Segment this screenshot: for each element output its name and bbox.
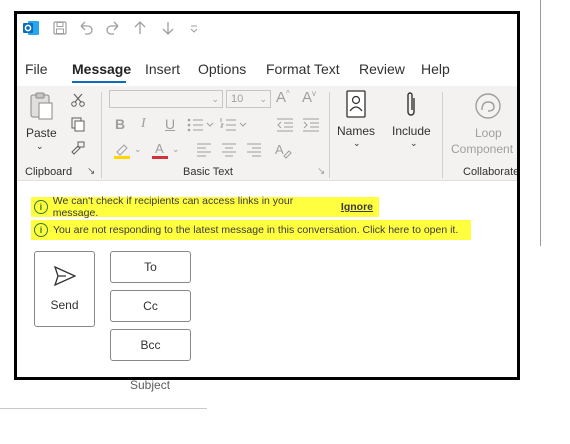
tab-review[interactable]: Review (359, 61, 405, 77)
cc-label: Cc (143, 299, 158, 313)
ribbon: Paste ⌄ Clipboard ↘ ⌄ 10 ⌄ A^ Av B I U ⌄… (17, 86, 517, 181)
numbering-icon[interactable] (220, 117, 248, 133)
save-icon[interactable] (49, 18, 71, 38)
tab-help[interactable]: Help (421, 61, 450, 77)
names-button[interactable]: Names ⌄ (335, 88, 379, 158)
chevron-down-icon: ⌄ (211, 94, 219, 104)
info-icon: i (34, 223, 48, 237)
align-left-icon[interactable] (196, 142, 212, 158)
bullets-icon[interactable] (187, 117, 215, 133)
include-label: Include (392, 124, 431, 138)
loop-component-button[interactable]: Loop Component (449, 88, 517, 158)
outlook-compose-window: File Message Insert Options Format Text … (14, 11, 520, 380)
italic-icon[interactable]: I (141, 116, 146, 132)
clipboard-group-label: Clipboard (25, 166, 73, 178)
basic-text-group-label: Basic Text (183, 166, 233, 178)
increase-indent-icon[interactable] (302, 117, 320, 133)
tab-format-text[interactable]: Format Text (266, 61, 340, 77)
dialog-launcher-icon[interactable]: ↘ (317, 166, 325, 177)
up-arrow-icon[interactable] (129, 18, 151, 38)
customize-icon[interactable] (183, 18, 205, 38)
align-right-icon[interactable] (246, 142, 262, 158)
tab-message[interactable]: Message (72, 61, 131, 77)
underline-icon[interactable]: U (165, 116, 175, 132)
to-button[interactable]: To (110, 251, 191, 283)
cc-button[interactable]: Cc (110, 290, 191, 322)
shrink-font-icon[interactable]: Av (302, 89, 316, 106)
to-label: To (144, 260, 157, 274)
address-book-icon (346, 90, 366, 118)
send-icon (53, 266, 76, 286)
background-subject-label: Subject (130, 378, 171, 392)
infobar-not-latest[interactable]: i You are not responding to the latest m… (31, 220, 471, 240)
loop-label-line1: Loop (475, 126, 502, 140)
info-icon: i (34, 200, 48, 214)
decrease-indent-icon[interactable] (276, 117, 294, 133)
group-separator (329, 92, 330, 178)
font-color-icon[interactable]: A (151, 141, 169, 159)
send-label: Send (50, 298, 79, 312)
format-painter-icon[interactable] (70, 140, 86, 156)
copy-icon[interactable] (70, 116, 86, 132)
paste-label: Paste (26, 126, 57, 140)
active-tab-indicator (72, 81, 126, 83)
loop-icon (475, 93, 501, 119)
chevron-down-icon: ⌄ (353, 138, 361, 148)
align-center-icon[interactable] (221, 142, 237, 158)
outlook-icon (20, 18, 42, 38)
group-separator (442, 92, 443, 178)
bcc-label: Bcc (140, 338, 161, 352)
paste-button[interactable]: Paste ⌄ (23, 89, 59, 159)
infobar-not-latest-text[interactable]: You are not responding to the latest mes… (53, 224, 458, 236)
font-name-dropdown[interactable]: ⌄ (109, 90, 223, 108)
bold-icon[interactable]: B (115, 116, 125, 132)
paperclip-icon (407, 92, 415, 116)
down-arrow-icon[interactable] (157, 18, 179, 38)
chevron-down-icon: ⌄ (36, 141, 44, 151)
grow-font-icon[interactable]: A^ (276, 89, 290, 106)
include-button[interactable]: Include ⌄ (389, 88, 435, 158)
svg-text:A: A (275, 142, 284, 157)
group-separator (101, 92, 102, 178)
font-size-dropdown[interactable]: 10 ⌄ (226, 90, 271, 108)
tab-options[interactable]: Options (198, 61, 246, 77)
collaborate-group-label: Collaborate (463, 166, 520, 178)
background-divider (0, 408, 207, 409)
tab-file[interactable]: File (25, 61, 48, 77)
highlighter-icon[interactable] (113, 141, 131, 159)
dialog-launcher-icon[interactable]: ↘ (87, 166, 95, 177)
chevron-down-icon: ⌄ (259, 94, 267, 104)
bcc-button[interactable]: Bcc (110, 329, 191, 361)
ribbon-tabs: File Message Insert Options Format Text … (17, 55, 517, 83)
cut-icon[interactable] (70, 92, 86, 108)
loop-label-line2: Component (451, 142, 514, 156)
ignore-link[interactable]: Ignore (341, 201, 373, 213)
background-window-edge (540, 0, 541, 246)
send-button[interactable]: Send (34, 251, 95, 327)
chevron-down-icon[interactable]: ⌄ (134, 144, 142, 155)
clear-formatting-icon[interactable]: A (274, 141, 292, 159)
quick-access-toolbar (17, 14, 217, 42)
infobar-link-check: i We can't check if recipients can acces… (31, 195, 379, 219)
tab-insert[interactable]: Insert (145, 61, 180, 77)
svg-text:A: A (155, 141, 164, 156)
chevron-down-icon: ⌄ (410, 138, 418, 148)
undo-icon[interactable] (75, 18, 97, 38)
font-size-value: 10 (231, 93, 244, 105)
names-label: Names (337, 124, 376, 138)
infobar-link-check-text: We can't check if recipients can access … (52, 195, 294, 219)
redo-icon[interactable] (102, 18, 124, 38)
chevron-down-icon[interactable]: ⌄ (172, 144, 180, 155)
